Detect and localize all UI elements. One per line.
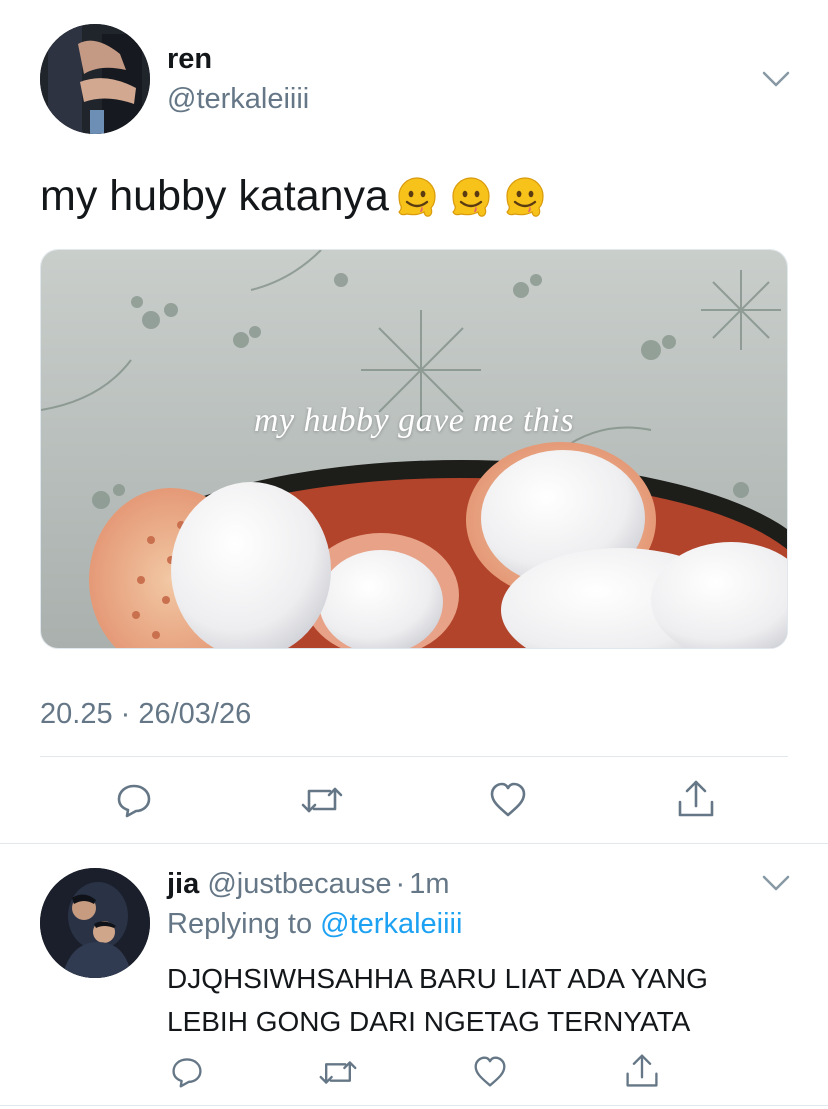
share-icon	[678, 780, 714, 817]
author-handle[interactable]: @terkaleiiii	[167, 82, 309, 116]
chevron-down-icon[interactable]	[762, 70, 790, 88]
retweet-icon	[301, 787, 343, 813]
reply-header: jia @justbecause · 1m	[167, 867, 450, 901]
retweet-button[interactable]	[298, 778, 346, 822]
retweet-button[interactable]	[316, 1052, 360, 1092]
reply-author-handle[interactable]: @justbecause	[207, 868, 391, 900]
reply-time: 1m	[409, 868, 450, 900]
divider	[0, 843, 828, 844]
replying-to-handle[interactable]: @terkaleiiii	[320, 908, 462, 940]
reply-avatar[interactable]	[40, 868, 150, 978]
reply-icon	[117, 784, 151, 818]
tweet-timestamp: 20.25 · 26/03/26	[40, 698, 252, 730]
divider	[0, 1105, 828, 1106]
tweet-image[interactable]: my hubby gave me this	[40, 249, 788, 649]
heart-icon	[474, 1056, 506, 1087]
replying-to-line: Replying to @terkaleiiii	[167, 907, 462, 941]
lychee-photo	[41, 250, 787, 648]
retweet-icon	[319, 1060, 357, 1084]
like-button[interactable]	[470, 1052, 510, 1092]
reply-author-name[interactable]: jia	[167, 868, 199, 900]
divider	[40, 756, 788, 757]
reply-button[interactable]	[112, 778, 156, 822]
chevron-down-icon[interactable]	[762, 874, 790, 892]
reply-icon	[172, 1058, 202, 1088]
melting-face-emoji-icon	[452, 177, 490, 217]
reply-button[interactable]	[167, 1052, 207, 1092]
image-caption: my hubby gave me this	[253, 402, 575, 439]
tweet-text: my hubby katanya	[40, 172, 389, 220]
melting-face-emoji-icon	[398, 177, 436, 217]
heart-icon	[490, 782, 526, 817]
reply-text-line: LEBIH GONG DARI NGETAG TERNYATA	[167, 1006, 691, 1037]
author-name[interactable]: ren	[167, 42, 212, 76]
author-avatar[interactable]	[40, 24, 150, 134]
reply-text-line: DJQHSIWHSAHHA BARU LIAT ADA YANG	[167, 963, 708, 994]
reply-separator: ·	[395, 868, 406, 900]
reply-text: DJQHSIWHSAHHA BARU LIAT ADA YANG LEBIH G…	[167, 957, 708, 1043]
like-button[interactable]	[486, 778, 530, 822]
share-button[interactable]	[622, 1050, 662, 1092]
share-icon	[626, 1054, 658, 1087]
melting-face-emoji-icon	[506, 177, 544, 217]
replying-to-label: Replying to	[167, 908, 313, 940]
share-button[interactable]	[674, 776, 718, 822]
tweet-text-row: my hubby katanya	[40, 168, 549, 224]
